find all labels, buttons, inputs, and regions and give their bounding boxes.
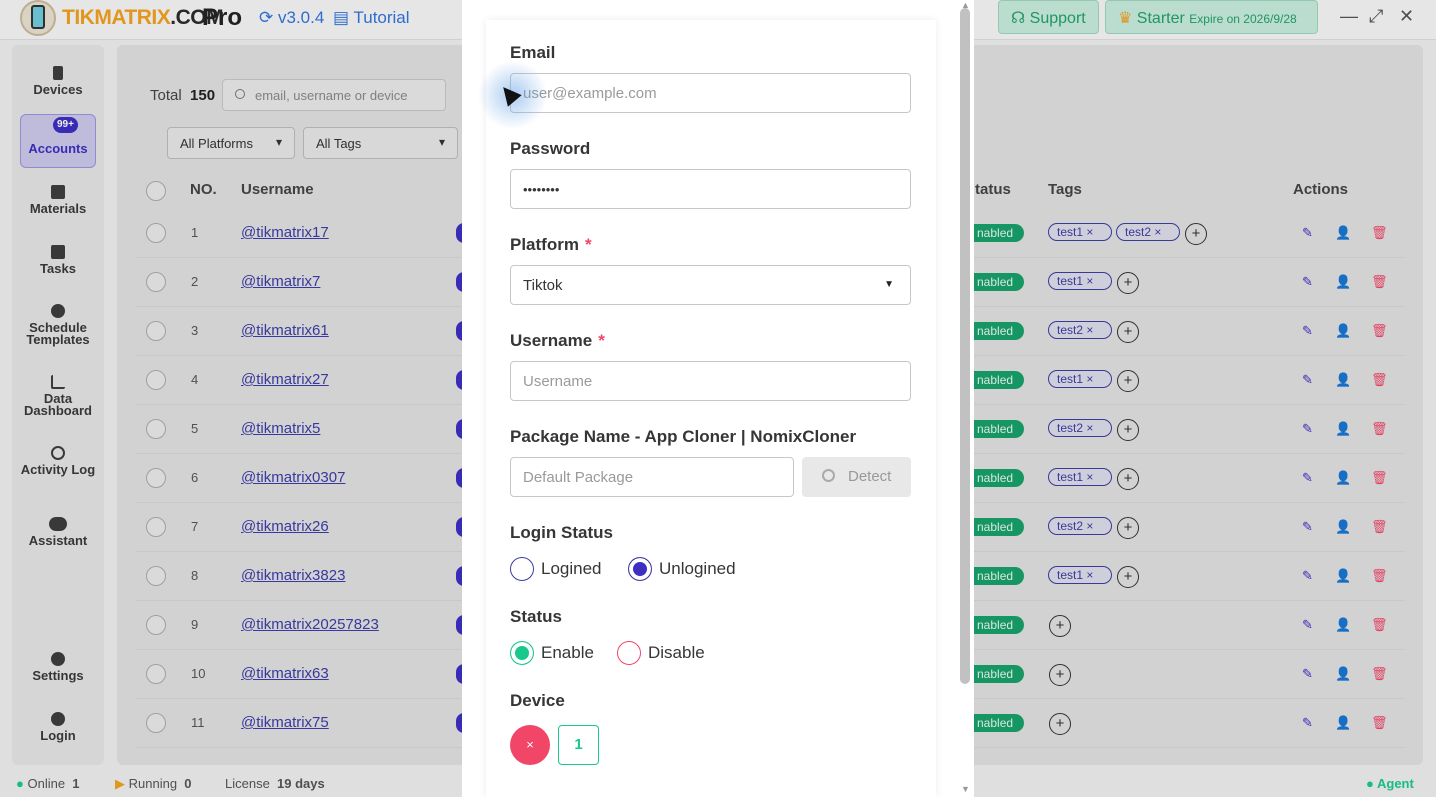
scroll-down-icon[interactable]: ▼ [961, 784, 970, 794]
status-label: Status [510, 607, 562, 626]
required-mark: * [598, 331, 605, 350]
password-field[interactable]: •••••••• [510, 169, 911, 209]
username-label: Username * [510, 331, 605, 351]
unlogined-radio[interactable] [628, 557, 652, 581]
password-label: Password [510, 139, 591, 158]
remove-device-button[interactable]: × [510, 725, 550, 765]
search-icon [822, 469, 835, 482]
unlogined-label: Unlogined [659, 559, 736, 578]
platform-select[interactable]: Tiktok ▼ [510, 265, 911, 305]
disable-label: Disable [648, 643, 705, 662]
logined-label: Logined [541, 559, 602, 578]
detect-button[interactable]: Detect [802, 457, 911, 497]
platform-label-text: Platform [510, 235, 579, 254]
username-field[interactable]: Username [510, 361, 911, 401]
username-label-text: Username [510, 331, 593, 350]
caret-down-icon: ▼ [884, 279, 894, 290]
modal-scrollbar[interactable] [960, 8, 970, 684]
enable-label: Enable [541, 643, 594, 662]
required-mark: * [584, 235, 592, 254]
package-label: Package Name - App Cloner | NomixCloner [510, 427, 857, 446]
enable-radio[interactable] [510, 641, 534, 665]
logined-radio[interactable] [510, 557, 534, 581]
detect-label: Detect [848, 468, 892, 485]
platform-value: Tiktok [523, 277, 563, 294]
account-form-card [486, 20, 936, 797]
platform-label: Platform * [510, 235, 592, 255]
device-label: Device [510, 691, 565, 710]
email-field[interactable]: user@example.com [510, 73, 911, 113]
device-chip[interactable]: 1 [558, 725, 599, 765]
disable-radio[interactable] [617, 641, 641, 665]
login-status-label: Login Status [510, 523, 613, 542]
package-field[interactable]: Default Package [510, 457, 794, 497]
